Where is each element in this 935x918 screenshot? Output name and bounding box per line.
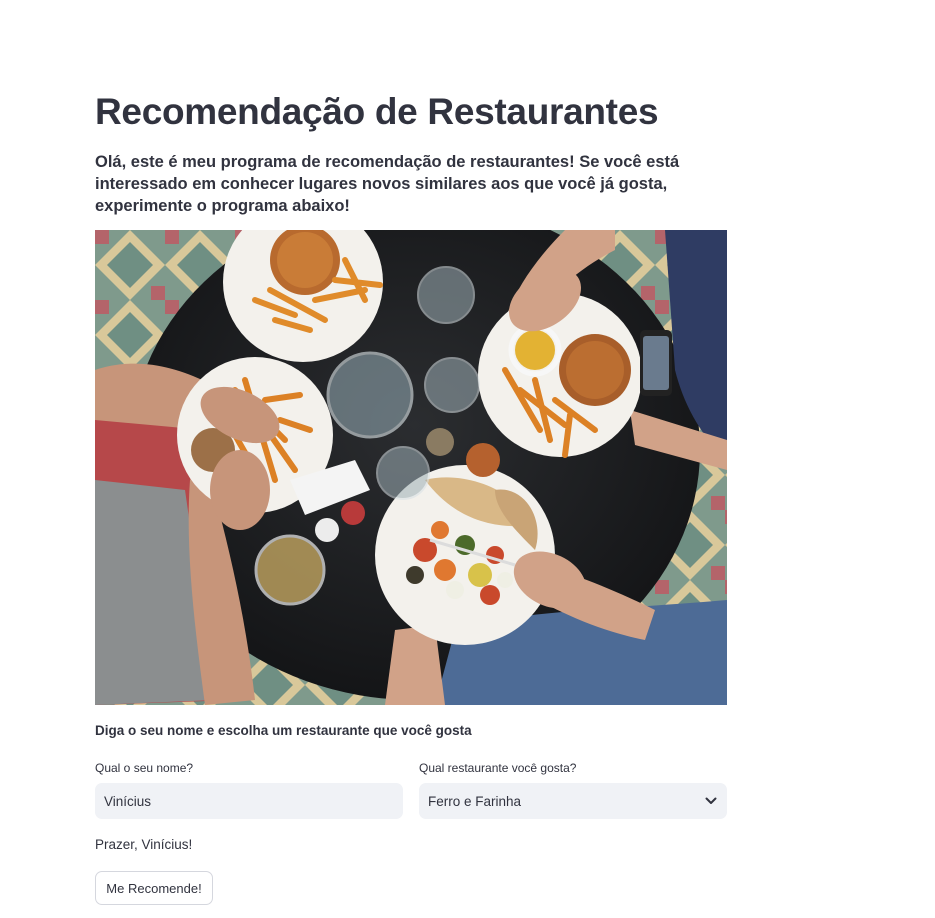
restaurant-select-value: Ferro e Farinha	[428, 793, 522, 809]
greeting-text: Prazer, Vinícius!	[95, 837, 193, 852]
hero-image	[95, 230, 727, 705]
page-title: Recomendação de Restaurantes	[95, 91, 659, 132]
recommend-button[interactable]: Me Recomende!	[95, 871, 213, 905]
restaurant-select[interactable]: Ferro e Farinha	[419, 783, 727, 819]
chevron-down-icon	[704, 794, 718, 808]
name-input[interactable]	[95, 783, 403, 819]
main-container: Recomendação de Restaurantes Olá, este é…	[0, 0, 935, 918]
restaurant-field-label: Qual restaurante você gosta?	[419, 761, 577, 775]
form-heading: Diga o seu nome e escolha um restaurante…	[95, 723, 472, 738]
name-field-label: Qual o seu nome?	[95, 761, 194, 775]
intro-text: Olá, este é meu programa de recomendação…	[95, 153, 680, 215]
